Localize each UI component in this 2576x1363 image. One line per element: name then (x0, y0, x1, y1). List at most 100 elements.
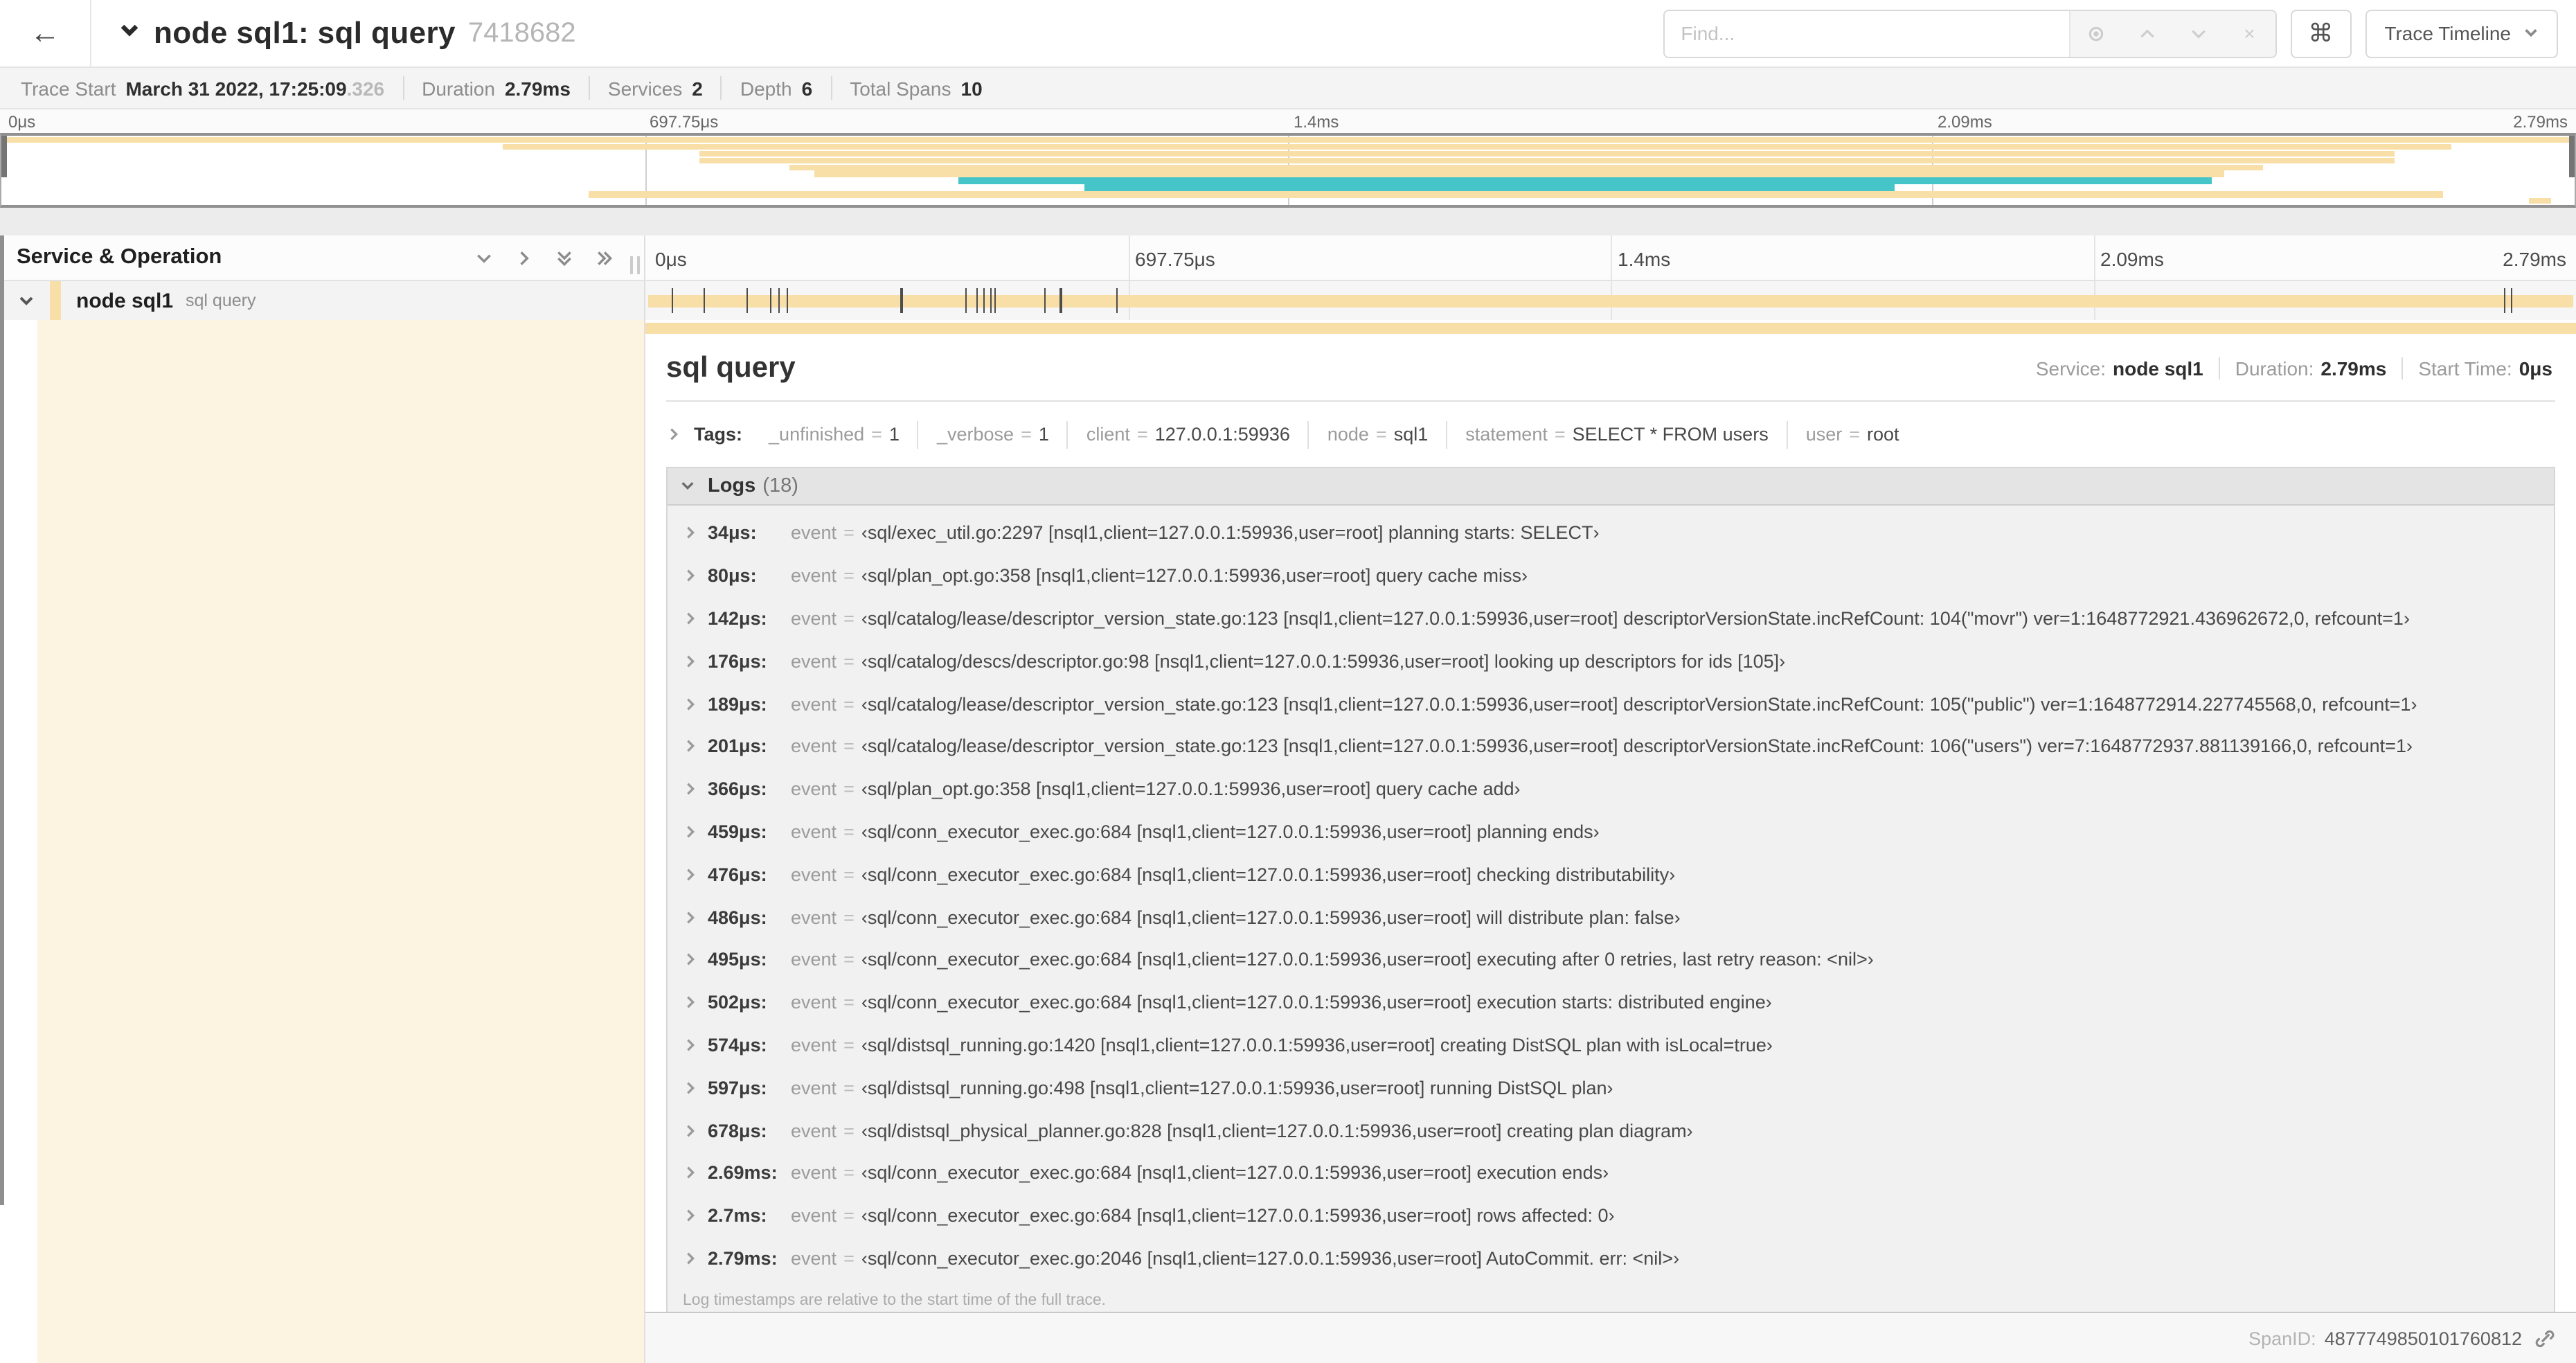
log-row[interactable]: 201μs: event = ‹sql/catalog/lease/descri… (668, 725, 2554, 768)
log-expander-chevron-icon[interactable] (683, 1166, 708, 1181)
log-expander-chevron-icon[interactable] (683, 526, 708, 541)
log-row[interactable]: 142μs: event = ‹sql/catalog/lease/descri… (668, 597, 2554, 640)
log-row[interactable]: 678μs: event = ‹sql/distsql_physical_pla… (668, 1109, 2554, 1152)
logs-header[interactable]: Logs (18) (668, 467, 2554, 505)
log-expander-chevron-icon[interactable] (683, 696, 708, 711)
stat-label: Duration: (2235, 357, 2314, 379)
log-row[interactable]: 189μs: event = ‹sql/catalog/lease/descri… (668, 682, 2554, 725)
log-expander-chevron-icon[interactable] (683, 739, 708, 754)
log-row[interactable]: 2.69ms: event = ‹sql/conn_executor_exec.… (668, 1152, 2554, 1195)
logs-expander-chevron-icon[interactable] (680, 478, 695, 493)
span-row[interactable]: node sql1 sql query (0, 281, 2576, 320)
info-value: 2.79ms (504, 77, 571, 99)
find-clear-icon[interactable]: × (2224, 10, 2275, 56)
log-row[interactable]: 459μs: event = ‹sql/conn_executor_exec.g… (668, 810, 2554, 853)
expand-all-icon[interactable] (596, 249, 614, 267)
collapse-one-icon[interactable] (475, 249, 493, 267)
logs-list: 34μs: event = ‹sql/exec_util.go:2297 [ns… (668, 505, 2554, 1283)
log-expander-chevron-icon[interactable] (683, 995, 708, 1010)
log-expander-chevron-icon[interactable] (683, 781, 708, 796)
log-row[interactable]: 176μs: event = ‹sql/catalog/descs/descri… (668, 640, 2554, 683)
collapse-controls (475, 249, 614, 267)
stat-value: node sql1 (2113, 357, 2203, 379)
equals-sign: = (1554, 424, 1566, 445)
log-expander-chevron-icon[interactable] (683, 611, 708, 626)
span-operation-name: sql query (186, 291, 256, 310)
log-field-value: ‹sql/conn_executor_exec.go:684 [nsql1,cl… (861, 1205, 1615, 1227)
expand-one-icon[interactable] (515, 249, 533, 267)
link-icon[interactable] (2534, 1328, 2555, 1348)
equals-sign: = (843, 522, 855, 544)
tag-key: _unfinished (769, 424, 865, 445)
log-timestamp: 201μs: (708, 736, 767, 757)
log-timestamp: 2.7ms: (708, 1205, 767, 1227)
info-value: 2 (692, 77, 703, 99)
log-expander-chevron-icon[interactable] (683, 867, 708, 882)
log-field-key: event (791, 1077, 837, 1098)
collapse-trace-chevron-icon[interactable] (119, 19, 140, 47)
log-expander-chevron-icon[interactable] (683, 1080, 708, 1096)
minimap-canvas[interactable] (0, 133, 2576, 208)
find-prev-icon[interactable] (2121, 10, 2172, 56)
keyboard-shortcuts-button[interactable]: ⌘ (2290, 9, 2352, 57)
log-row[interactable]: 80μs: event = ‹sql/plan_opt.go:358 [nsql… (668, 555, 2554, 598)
log-row[interactable]: 2.79ms: event = ‹sql/conn_executor_exec.… (668, 1237, 2554, 1280)
log-expander-chevron-icon[interactable] (683, 1251, 708, 1266)
detail-span-bar[interactable] (645, 323, 2576, 333)
locate-icon[interactable] (2070, 10, 2121, 56)
equals-sign: = (843, 992, 855, 1013)
viewport-drag-handle-left[interactable] (1, 136, 7, 177)
log-tick (778, 288, 780, 313)
column-resize-grip[interactable] (630, 256, 640, 274)
log-row[interactable]: 486μs: event = ‹sql/conn_executor_exec.g… (668, 896, 2554, 938)
minimap-span-bar (588, 191, 2444, 198)
log-field-value: ‹sql/conn_executor_exec.go:684 [nsql1,cl… (861, 864, 1676, 885)
span-collapse-chevron-icon[interactable] (18, 292, 35, 309)
list-scrollbar[interactable] (0, 235, 4, 1205)
log-field-key: event (791, 864, 837, 885)
timeline-column-header: Service & Operation 0μs 697.75μs 1.4ms 2… (0, 235, 2576, 281)
info-label: Services (607, 77, 683, 99)
log-expander-chevron-icon[interactable] (683, 909, 708, 925)
log-expander-chevron-icon[interactable] (683, 568, 708, 583)
log-row[interactable]: 476μs: event = ‹sql/conn_executor_exec.g… (668, 853, 2554, 896)
log-row[interactable]: 502μs: event = ‹sql/conn_executor_exec.g… (668, 981, 2554, 1024)
log-field-value: ‹sql/exec_util.go:2297 [nsql1,client=127… (861, 522, 1600, 544)
equals-sign: = (843, 693, 855, 715)
view-dropdown-label: Trace Timeline (2384, 22, 2511, 44)
log-timestamp: 80μs: (708, 565, 757, 587)
view-dropdown[interactable]: Trace Timeline (2365, 9, 2558, 57)
minimap-tick-label: 2.79ms (2513, 112, 2568, 132)
log-timestamp: 495μs: (708, 949, 767, 970)
back-button[interactable]: ← (0, 0, 91, 66)
log-expander-chevron-icon[interactable] (683, 654, 708, 669)
log-timestamp: 2.79ms: (708, 1247, 778, 1269)
span-row-timeline[interactable] (645, 281, 2576, 320)
log-expander-chevron-icon[interactable] (683, 824, 708, 839)
log-field-key: event (791, 607, 837, 629)
log-expander-chevron-icon[interactable] (683, 952, 708, 968)
tags-expander-chevron-icon[interactable] (666, 427, 681, 442)
viewport-drag-handle-right[interactable] (2569, 136, 2575, 177)
tags-label: Tags: (694, 424, 743, 445)
info-item: Total Spans 10 (830, 76, 1001, 100)
log-row[interactable]: 597μs: event = ‹sql/distsql_running.go:4… (668, 1067, 2554, 1110)
log-row[interactable]: 34μs: event = ‹sql/exec_util.go:2297 [ns… (668, 512, 2554, 555)
minimap-tick-label: 0μs (8, 112, 36, 132)
log-tick (976, 288, 978, 313)
find-input[interactable] (1664, 10, 2069, 56)
log-expander-chevron-icon[interactable] (683, 1208, 708, 1223)
log-row[interactable]: 574μs: event = ‹sql/distsql_running.go:1… (668, 1024, 2554, 1067)
log-expander-chevron-icon[interactable] (683, 1123, 708, 1138)
section-gap (0, 208, 2576, 235)
find-next-icon[interactable] (2172, 10, 2224, 56)
equals-sign: = (1136, 424, 1148, 445)
tags-row[interactable]: Tags: _unfinished = 1 _verbose = 1 clien… (666, 419, 2555, 449)
log-tick (990, 288, 992, 313)
log-row[interactable]: 366μs: event = ‹sql/plan_opt.go:358 [nsq… (668, 768, 2554, 811)
log-row[interactable]: 495μs: event = ‹sql/conn_executor_exec.g… (668, 938, 2554, 981)
log-expander-chevron-icon[interactable] (683, 1037, 708, 1053)
equals-sign: = (843, 1120, 855, 1141)
log-row[interactable]: 2.7ms: event = ‹sql/conn_executor_exec.g… (668, 1195, 2554, 1238)
collapse-all-icon[interactable] (555, 249, 573, 267)
